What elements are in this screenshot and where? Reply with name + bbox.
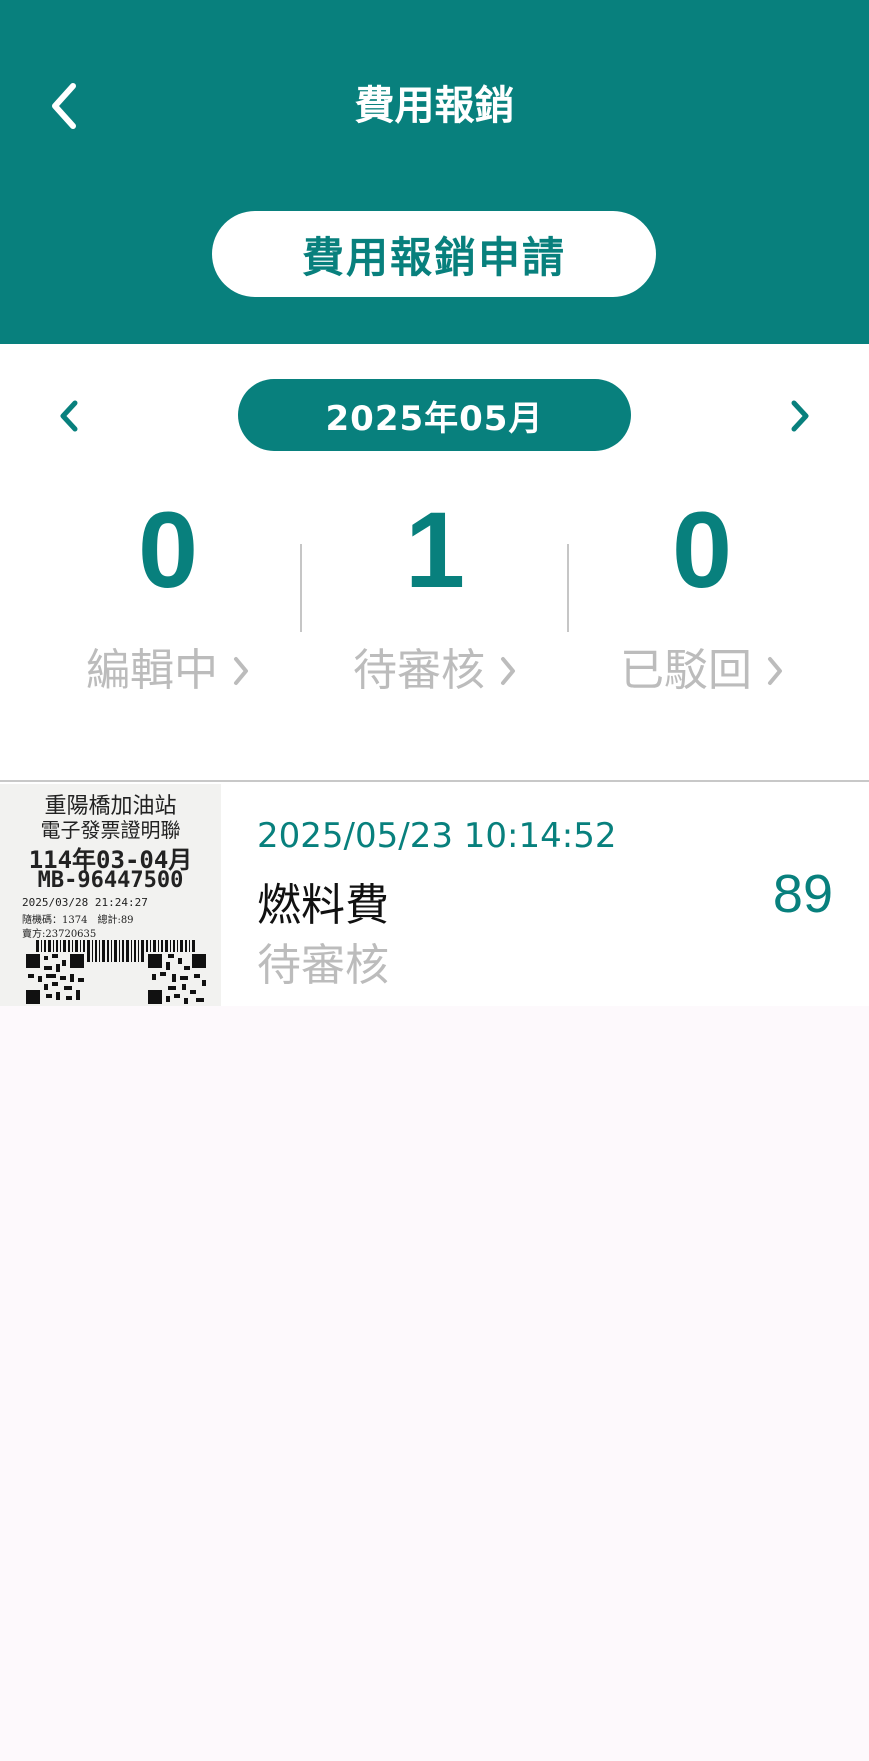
prev-month-button[interactable] (45, 392, 93, 440)
chevron-right-icon (768, 657, 782, 685)
stat-pending[interactable]: 1 待審核 (310, 489, 560, 696)
stat-divider (300, 544, 302, 632)
record-datetime: 2025/05/23 10:14:52 (257, 816, 617, 856)
chevron-left-icon (60, 400, 78, 432)
receipt-datetime: 2025/03/28 21:24:27 (22, 896, 148, 909)
receipt-title: 電子發票證明聯 (40, 818, 181, 842)
chevron-right-icon (234, 657, 248, 685)
record-amount: 89 (772, 864, 833, 924)
stat-count: 0 (137, 489, 199, 610)
stat-label: 待審核 (353, 645, 485, 696)
next-month-button[interactable] (776, 392, 824, 440)
receipt-invoice-number: MB-96447500 (37, 868, 184, 893)
receipt-random-code: 隨機碼：1374 總計:89 (22, 915, 134, 926)
stat-divider (567, 544, 569, 632)
stat-label: 編輯中 (86, 645, 218, 696)
receipt-qr-code-right (146, 952, 208, 1006)
stat-count: 0 (671, 489, 733, 610)
page-title: 費用報銷 (354, 83, 515, 129)
stat-editing[interactable]: 0 編輯中 (43, 489, 293, 696)
expense-apply-button[interactable]: 費用報銷申請 (212, 211, 656, 297)
chevron-right-icon (791, 400, 809, 432)
stat-count: 1 (404, 489, 466, 610)
expense-record-item[interactable]: 重陽橋加油站 電子發票證明聯 114年03-04月 MB-96447500 20… (0, 782, 869, 1006)
receipt-thumbnail: 重陽橋加油站 電子發票證明聯 114年03-04月 MB-96447500 20… (0, 784, 221, 1006)
receipt-qr-code-left (24, 952, 86, 1006)
record-category: 燃料費 (257, 880, 389, 931)
stat-label: 已駁回 (620, 645, 752, 696)
chevron-right-icon (501, 657, 515, 685)
receipt-seller: 賣方:23720635 (22, 929, 97, 940)
month-selector[interactable]: 2025年05月 (238, 379, 631, 451)
record-status: 待審核 (257, 940, 389, 991)
stat-rejected[interactable]: 0 已駁回 (577, 489, 827, 696)
